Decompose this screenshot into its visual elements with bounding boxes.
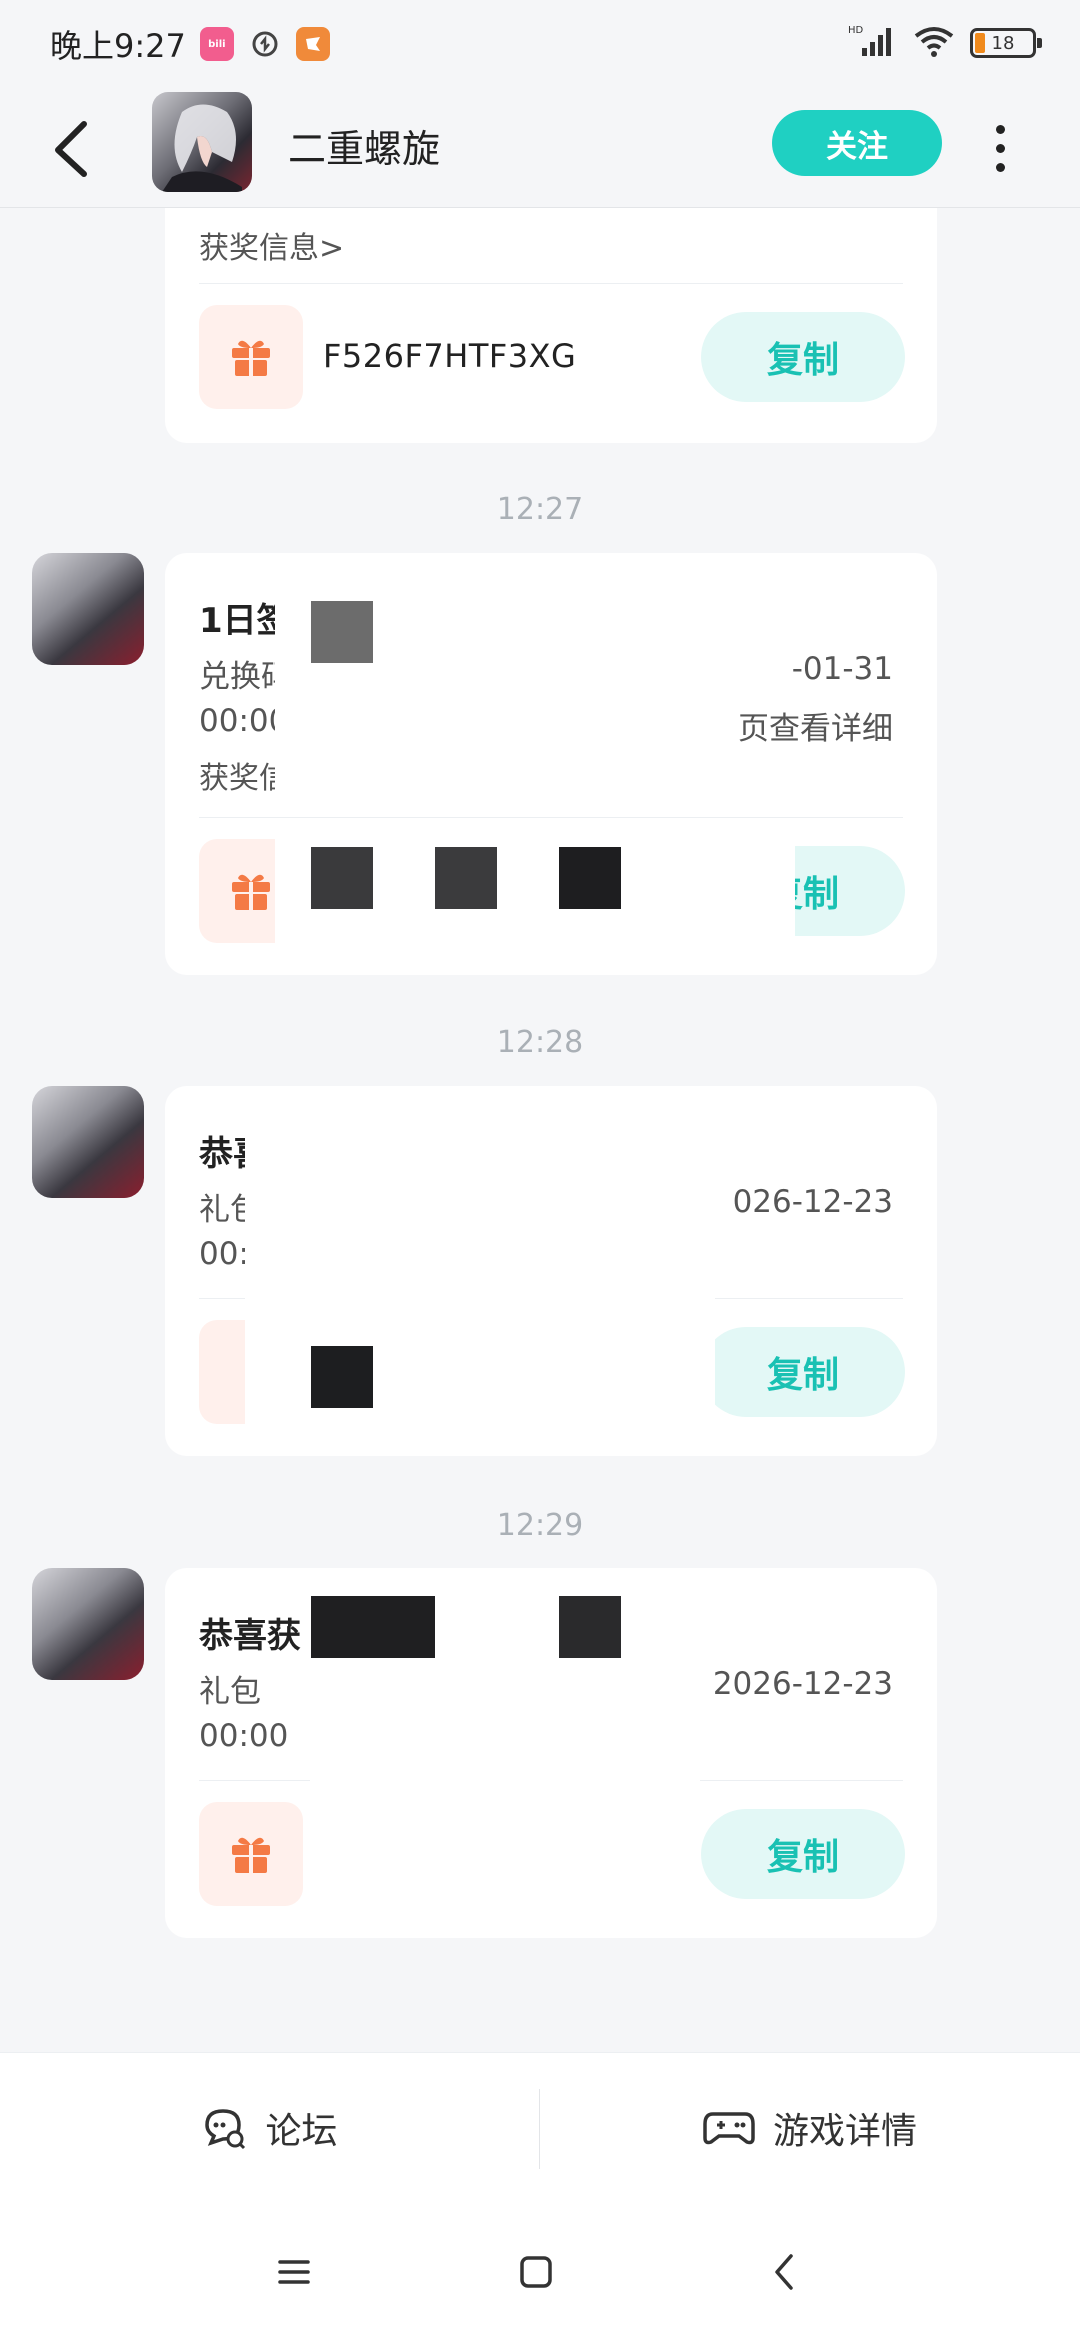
gift-icon (232, 874, 270, 910)
status-indicators: HD 18 (848, 24, 1042, 62)
more-dot-icon (995, 162, 1005, 172)
bottom-tab-bar: 论坛 游戏详情 (0, 2052, 1080, 2202)
follow-button[interactable]: 关注 (772, 110, 942, 176)
redaction-block (559, 847, 621, 909)
message-line: 00:00 (199, 1718, 289, 1754)
message-card: 1日签 兑换码 -01-31 00:00 页查看详细 获奖信息> 复制 (165, 553, 937, 975)
menu-icon (278, 2260, 310, 2284)
message-avatar[interactable] (32, 553, 144, 665)
game-app-icon (295, 27, 330, 61)
gift-icon (232, 1837, 270, 1873)
copy-button[interactable]: 复制 (701, 312, 905, 402)
message-card: 恭喜 礼包 026-12-23 00:0 复制 (165, 1086, 937, 1456)
divider (199, 817, 903, 818)
gift-icon-box (199, 305, 303, 409)
forum-tab-label: 论坛 (265, 2111, 338, 2152)
redaction-mask (310, 1713, 700, 1938)
gamepad-icon (703, 2112, 755, 2145)
redaction-block (435, 847, 497, 909)
game-details-tab-label: 游戏详情 (772, 2111, 917, 2152)
chat-header: 二重螺旋 关注 (0, 88, 1080, 208)
more-dot-icon (995, 143, 1005, 153)
battery-icon: 18 (970, 28, 1042, 58)
prize-info-link[interactable]: 获奖信息> (199, 223, 344, 267)
message-avatar[interactable] (32, 1086, 144, 1198)
divider (199, 283, 903, 284)
more-dot-icon (995, 124, 1005, 134)
bilibili-app-icon: bili (199, 27, 234, 61)
status-time: 晚上9:27 (50, 27, 186, 65)
forum-tab[interactable]: 论坛 (0, 2053, 539, 2203)
more-options-button[interactable] (980, 118, 1020, 178)
gift-icon (232, 340, 270, 376)
message-line: -01-31 (791, 651, 893, 687)
redaction-block (311, 601, 373, 663)
message-line: 2026-12-23 (712, 1666, 893, 1702)
redeem-code: F526F7HTF3XG (323, 337, 577, 375)
message-card: 获奖信息> F526F7HTF3XG 复制 (165, 208, 937, 443)
game-details-tab[interactable]: 游戏详情 (540, 2053, 1080, 2203)
message-avatar[interactable] (32, 1568, 144, 1680)
battery-level: 18 (991, 32, 1015, 54)
gift-icon-box (199, 1802, 303, 1906)
message-line: 页查看详细 (738, 711, 893, 747)
system-back-button[interactable] (754, 2242, 814, 2302)
back-arrow-icon (55, 121, 87, 177)
chat-bubble-icon (205, 2109, 246, 2150)
copy-button[interactable]: 复制 (701, 1809, 905, 1899)
game-avatar[interactable] (152, 92, 252, 192)
message-time: 12:28 (496, 1025, 584, 1060)
redaction-block (311, 847, 373, 909)
back-chevron-icon (775, 2254, 793, 2290)
system-nav-bar (0, 2202, 1080, 2340)
home-square-icon (520, 2256, 552, 2288)
status-bar: 晚上9:27 bili HD 18 (0, 0, 1080, 88)
message-line: 026-12-23 (732, 1184, 893, 1220)
message-time: 12:29 (496, 1508, 584, 1543)
app-notification-icon (248, 27, 282, 61)
redaction-block (559, 1596, 621, 1658)
wifi-icon (912, 24, 956, 62)
home-button[interactable] (506, 2242, 566, 2302)
redaction-mask (275, 553, 635, 817)
message-title: 恭喜获 (199, 1616, 301, 1656)
svg-text:HD: HD (848, 25, 864, 36)
message-time: 12:27 (496, 492, 584, 527)
copy-button[interactable]: 复制 (701, 1327, 905, 1417)
message-card: 恭喜获 礼包 2026-12-23 00:00 复制 (165, 1568, 937, 1938)
signal-icon: HD (848, 24, 898, 62)
redaction-mask (395, 1648, 645, 1718)
redaction-block (311, 1346, 373, 1408)
message-line: 礼包 (199, 1674, 261, 1710)
page-title: 二重螺旋 (288, 127, 441, 171)
redaction-block (311, 1596, 435, 1658)
back-button[interactable] (50, 108, 110, 188)
recent-apps-button[interactable] (264, 2242, 324, 2302)
